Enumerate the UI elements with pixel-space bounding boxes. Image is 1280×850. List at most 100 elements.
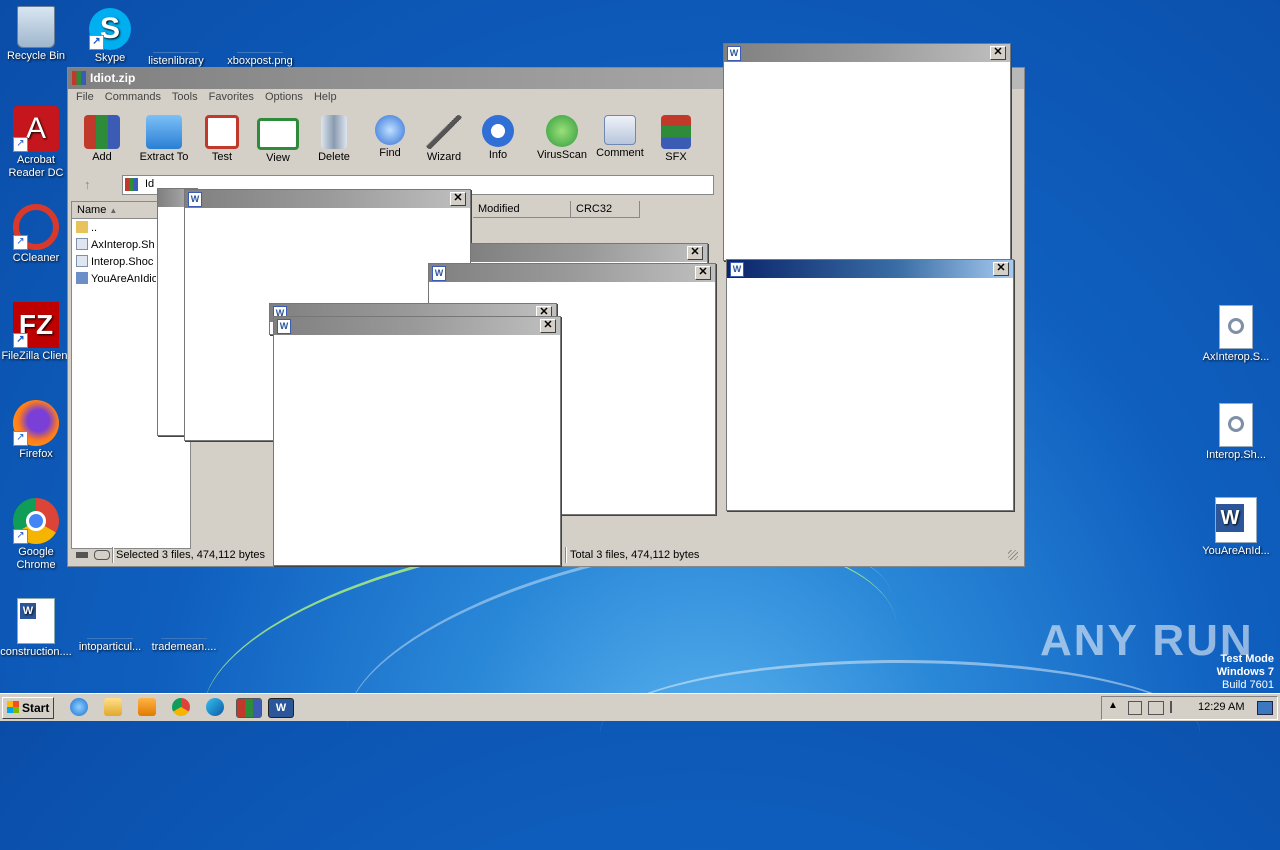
- popup-titlebar[interactable]: W ✕: [724, 44, 1010, 62]
- extract-to-button[interactable]: Extract To: [136, 112, 192, 163]
- menu-options[interactable]: Options: [265, 91, 303, 103]
- edge-icon[interactable]: [206, 698, 224, 716]
- clock[interactable]: 12:29 AM: [1198, 701, 1244, 713]
- skype-icon: S ↗: [89, 8, 131, 50]
- test-button[interactable]: Test: [194, 112, 250, 163]
- popup-window[interactable]: W ✕: [726, 259, 1014, 511]
- desktop-icon-intoparticul[interactable]: intoparticul...: [72, 598, 148, 654]
- start-button[interactable]: Start: [2, 697, 54, 719]
- comment-button[interactable]: Comment: [592, 112, 648, 159]
- desktop-icon-youareanidiot[interactable]: W YouAreAnId...: [1198, 497, 1274, 558]
- test-mode-text: Test Mode: [1220, 653, 1274, 665]
- close-icon[interactable]: ✕: [990, 46, 1006, 60]
- close-icon[interactable]: ✕: [450, 192, 466, 206]
- column-crc32-label: CRC32: [576, 203, 613, 215]
- tray-expand-icon[interactable]: ▲: [1108, 700, 1118, 711]
- column-headers-right: Modified CRC32: [473, 201, 688, 218]
- desktop-icon-construction-doc[interactable]: W construction....: [0, 598, 74, 659]
- chrome-icon[interactable]: [172, 698, 190, 716]
- desktop-icon-axinterop[interactable]: AxInterop.S...: [1198, 305, 1274, 364]
- popup-titlebar[interactable]: W ✕: [185, 190, 470, 208]
- key-icon: [94, 550, 110, 560]
- menu-tools[interactable]: Tools: [172, 91, 198, 103]
- view-button[interactable]: View: [250, 112, 306, 164]
- popup-titlebar-active[interactable]: W ✕: [727, 260, 1013, 278]
- explorer-icon[interactable]: [104, 698, 122, 716]
- desktop-icon-skype[interactable]: S ↗ Skype: [72, 8, 148, 65]
- word-doc-icon: W: [17, 598, 55, 644]
- extract-folder-icon: [146, 115, 182, 149]
- list-item[interactable]: ..: [76, 220, 156, 236]
- file-name: Interop.Shoc: [91, 256, 154, 268]
- popup-titlebar[interactable]: ✕: [471, 244, 707, 262]
- menu-file[interactable]: File: [76, 91, 94, 103]
- close-icon[interactable]: ✕: [993, 262, 1009, 276]
- file-name: YouAreAnIdio: [91, 273, 156, 285]
- menu-commands[interactable]: Commands: [105, 91, 161, 103]
- desktop-icon-recycle-bin[interactable]: Recycle Bin: [0, 6, 74, 63]
- network-icon[interactable]: [1148, 701, 1164, 715]
- desktop-icon-trademean[interactable]: trademean....: [146, 598, 222, 654]
- popup-titlebar[interactable]: W ✕: [274, 317, 560, 335]
- desktop-icon-firefox[interactable]: ↗ Firefox: [0, 400, 74, 461]
- add-button[interactable]: Add: [74, 112, 130, 163]
- word-icon: W: [432, 266, 446, 281]
- desktop-icon-interop[interactable]: Interop.Sh...: [1198, 403, 1274, 462]
- word-icon: W: [277, 319, 291, 334]
- up-arrow-icon[interactable]: ↑: [84, 177, 91, 192]
- firefox-icon: ↗: [13, 400, 59, 446]
- column-modified[interactable]: Modified: [473, 201, 571, 218]
- desktop-icon-chrome[interactable]: ↗ Google Chrome: [0, 498, 74, 572]
- resize-grip-icon[interactable]: [1008, 550, 1018, 560]
- desktop-icon-listenlibrary[interactable]: listenlibrary: [138, 8, 214, 68]
- file-name: AxInterop.Sh: [91, 239, 155, 251]
- popup-window[interactable]: W ✕: [723, 43, 1011, 261]
- desktop-icon-ccleaner[interactable]: ↗ CCleaner: [0, 204, 74, 265]
- menu-bar: File Commands Tools Favorites Options He…: [76, 91, 345, 107]
- exe-file-icon: [76, 272, 88, 284]
- sfx-icon: [661, 115, 691, 149]
- start-label: Start: [22, 701, 50, 715]
- file-icon: [161, 598, 207, 639]
- menu-favorites[interactable]: Favorites: [209, 91, 254, 103]
- close-icon[interactable]: ✕: [695, 266, 711, 280]
- window-title: Idiot.zip: [90, 71, 136, 85]
- desktop-icon-filezilla[interactable]: FZ ↗ FileZilla Client: [0, 302, 74, 363]
- system-tray: ▲ 12:29 AM: [1101, 696, 1278, 720]
- column-name[interactable]: Name ▲: [72, 202, 158, 219]
- info-button[interactable]: Info: [470, 112, 526, 161]
- ie-icon[interactable]: [70, 698, 88, 716]
- close-icon[interactable]: ✕: [540, 319, 556, 333]
- wizard-button[interactable]: Wizard: [416, 112, 472, 163]
- os-text: Windows 7: [1216, 666, 1274, 678]
- word-icon[interactable]: W: [268, 698, 294, 718]
- popup-titlebar[interactable]: W ✕: [429, 264, 715, 282]
- virusscan-button[interactable]: VirusScan: [534, 112, 590, 161]
- extract-to-label: Extract To: [139, 151, 189, 163]
- desktop-icon-xboxpost[interactable]: xboxpost.png: [222, 8, 298, 68]
- delete-button[interactable]: Delete: [306, 112, 362, 163]
- find-label: Find: [379, 147, 401, 159]
- column-crc32[interactable]: CRC32: [571, 201, 640, 218]
- wallpaper-streak: [600, 660, 1200, 803]
- volume-icon[interactable]: [1128, 701, 1142, 715]
- word-icon: W: [1215, 497, 1257, 543]
- popup-window[interactable]: W ✕: [273, 316, 561, 566]
- flag-icon[interactable]: [1170, 701, 1182, 713]
- list-item[interactable]: Interop.Shoc: [76, 254, 156, 270]
- sfx-button[interactable]: SFX: [648, 112, 704, 163]
- windows-logo-icon: [6, 701, 19, 713]
- close-icon[interactable]: ✕: [687, 246, 703, 260]
- list-item[interactable]: AxInterop.Sh: [76, 237, 156, 253]
- list-item[interactable]: YouAreAnIdio: [76, 271, 156, 287]
- desktop-icon-acrobat[interactable]: A ↗ Acrobat Reader DC: [0, 106, 74, 180]
- info-icon: [482, 115, 514, 147]
- menu-help[interactable]: Help: [314, 91, 337, 103]
- winrar-icon[interactable]: [236, 698, 262, 718]
- media-player-icon[interactable]: [138, 698, 156, 716]
- find-button[interactable]: Find: [362, 112, 418, 159]
- wizard-label: Wizard: [426, 151, 462, 163]
- delete-trash-icon: [321, 115, 347, 149]
- show-desktop-icon[interactable]: [1257, 701, 1273, 715]
- winrar-icon: [72, 71, 86, 85]
